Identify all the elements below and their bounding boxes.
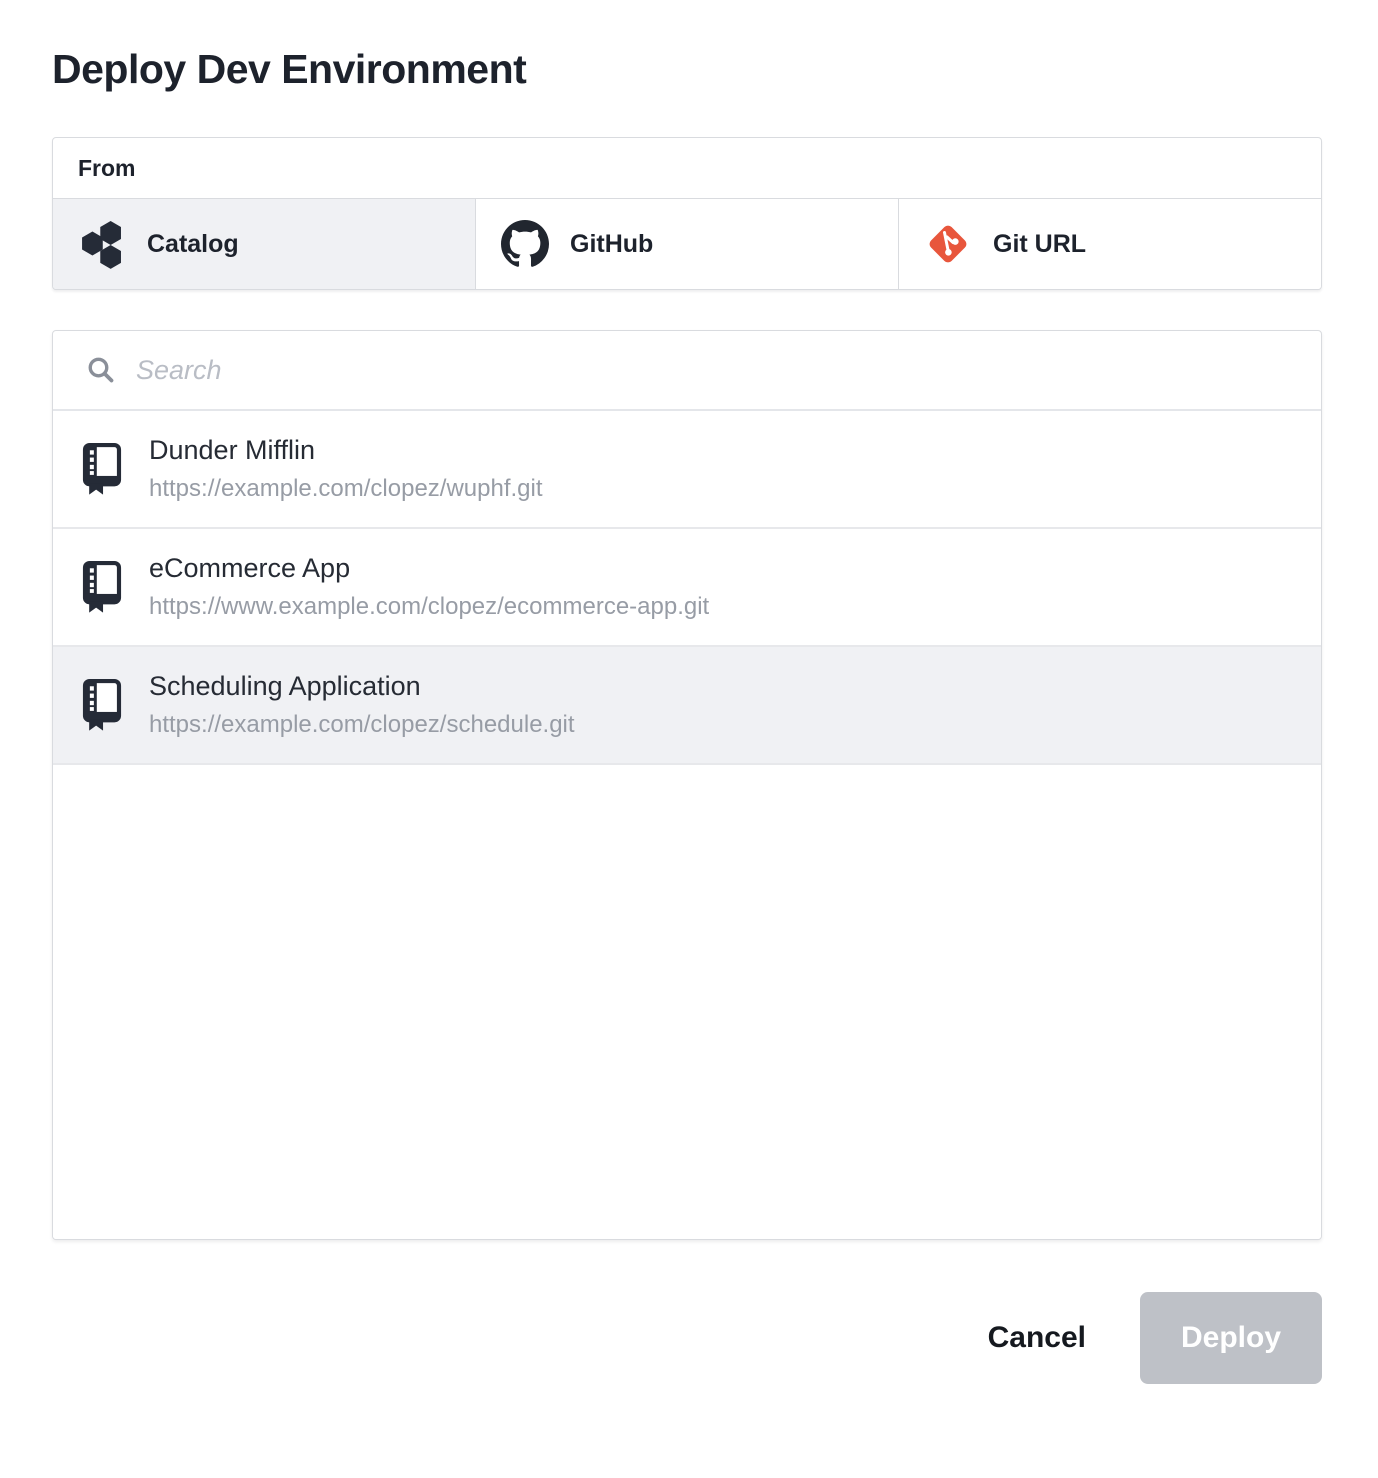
github-icon	[501, 218, 549, 270]
repo-book-icon	[81, 561, 123, 613]
from-section: From Catalog	[52, 137, 1322, 290]
tab-github[interactable]: GitHub	[475, 199, 898, 289]
panel-empty-area	[53, 765, 1321, 1239]
catalog-hexagons-icon	[78, 218, 126, 270]
repo-book-icon	[81, 443, 123, 495]
repo-name: Dunder Mifflin	[149, 435, 543, 466]
search-row	[53, 331, 1321, 411]
repo-url: https://example.com/clopez/wuphf.git	[149, 475, 543, 503]
tab-github-label: GitHub	[570, 230, 653, 259]
tab-catalog-label: Catalog	[147, 230, 239, 259]
page-title: Deploy Dev Environment	[52, 46, 1322, 93]
repo-texts: Dunder Mifflin https://example.com/clope…	[149, 435, 543, 503]
repo-texts: Scheduling Application https://example.c…	[149, 671, 575, 739]
dialog-footer: Cancel Deploy	[52, 1292, 1322, 1384]
tab-catalog[interactable]: Catalog	[53, 199, 475, 289]
deploy-dialog: Deploy Dev Environment From Catalog	[52, 46, 1322, 1384]
git-icon	[924, 218, 972, 270]
repo-texts: eCommerce App https://www.example.com/cl…	[149, 553, 709, 621]
repo-row-dunder-mifflin[interactable]: Dunder Mifflin https://example.com/clope…	[53, 411, 1321, 529]
repo-name: Scheduling Application	[149, 671, 575, 702]
tab-git-url[interactable]: Git URL	[898, 199, 1321, 289]
from-section-label: From	[53, 138, 1321, 199]
source-tabs: Catalog GitHub	[53, 199, 1321, 289]
cancel-button[interactable]: Cancel	[988, 1321, 1086, 1355]
search-input[interactable]	[136, 355, 1296, 386]
catalog-panel: Dunder Mifflin https://example.com/clope…	[52, 330, 1322, 1240]
repo-row-scheduling-application[interactable]: Scheduling Application https://example.c…	[53, 647, 1321, 765]
repo-url: https://www.example.com/clopez/ecommerce…	[149, 593, 709, 621]
repo-url: https://example.com/clopez/schedule.git	[149, 711, 575, 739]
search-icon	[86, 355, 116, 385]
repo-row-ecommerce-app[interactable]: eCommerce App https://www.example.com/cl…	[53, 529, 1321, 647]
deploy-button[interactable]: Deploy	[1140, 1292, 1322, 1384]
repo-book-icon	[81, 679, 123, 731]
tab-git-url-label: Git URL	[993, 230, 1086, 259]
repo-name: eCommerce App	[149, 553, 709, 584]
